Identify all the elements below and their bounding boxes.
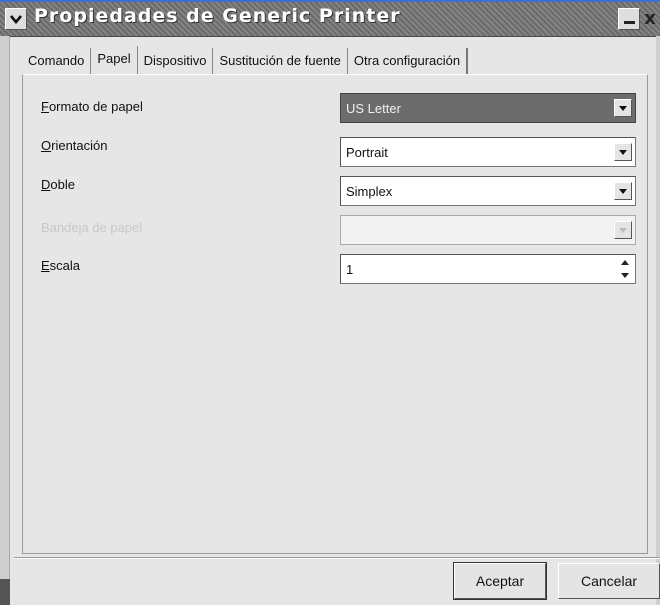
chevron-down-icon (10, 14, 22, 24)
duplex-label: Doble (41, 177, 75, 192)
paper-format-mnemonic: F (41, 99, 49, 114)
minimize-button[interactable] (618, 8, 640, 30)
scale-label: Escala (41, 258, 80, 273)
duplex-value: Simplex (346, 184, 393, 199)
paper-tray-label: Bandeja de papel (41, 220, 143, 235)
button-area-separator (14, 557, 660, 559)
paper-format-value: US Letter (346, 101, 401, 116)
chevron-down-icon[interactable] (614, 143, 632, 161)
chevron-down-icon[interactable] (614, 182, 632, 200)
tab-sustitucion-de-fuente[interactable]: Sustitución de fuente (213, 48, 348, 74)
orientation-label-text: rientación (51, 138, 108, 153)
ok-button[interactable]: Aceptar (454, 563, 546, 599)
tab-papel[interactable]: Papel (91, 46, 138, 74)
duplex-label-text: oble (50, 177, 75, 192)
duplex-select[interactable]: Simplex (340, 176, 636, 206)
scale-value: 1 (346, 262, 354, 277)
cancel-button[interactable]: Cancelar (558, 563, 660, 599)
window-title: Propiedades de Generic Printer (34, 5, 401, 27)
spin-down-icon[interactable] (621, 273, 629, 278)
orientation-value: Portrait (346, 145, 388, 160)
scale-mnemonic: E (41, 258, 50, 273)
scale-spinbox[interactable]: 1 (340, 254, 636, 284)
orientation-mnemonic: O (41, 138, 52, 153)
paper-tray-select (340, 215, 636, 245)
tab-dispositivo[interactable]: Dispositivo (137, 48, 214, 74)
spinner-arrows-icon[interactable] (618, 258, 632, 280)
paper-format-label: Formato de papel (41, 99, 143, 114)
chevron-down-icon[interactable] (614, 99, 632, 117)
chevron-down-icon (614, 221, 632, 239)
orientation-label: Orientación (41, 138, 108, 153)
tab-bar: Comando Papel Dispositivo Sustitución de… (22, 46, 469, 74)
paper-format-select[interactable]: US Letter (340, 93, 636, 123)
window-right-edge (656, 36, 660, 605)
tab-comando[interactable]: Comando (22, 48, 92, 74)
title-bar[interactable]: Propiedades de Generic Printer x (0, 2, 660, 37)
printer-properties-dialog: Propiedades de Generic Printer x Comando… (0, 0, 660, 605)
window-left-edge (0, 36, 10, 605)
duplex-mnemonic: D (41, 177, 51, 192)
close-button[interactable]: x (640, 8, 660, 30)
scale-label-text: scala (49, 258, 81, 273)
paper-format-label-text: ormato de papel (48, 99, 143, 114)
window-menu-button[interactable] (5, 8, 27, 30)
spin-up-icon[interactable] (621, 260, 629, 265)
tab-otra-configuracion[interactable]: Otra configuración (347, 48, 469, 74)
orientation-select[interactable]: Portrait (340, 137, 636, 167)
